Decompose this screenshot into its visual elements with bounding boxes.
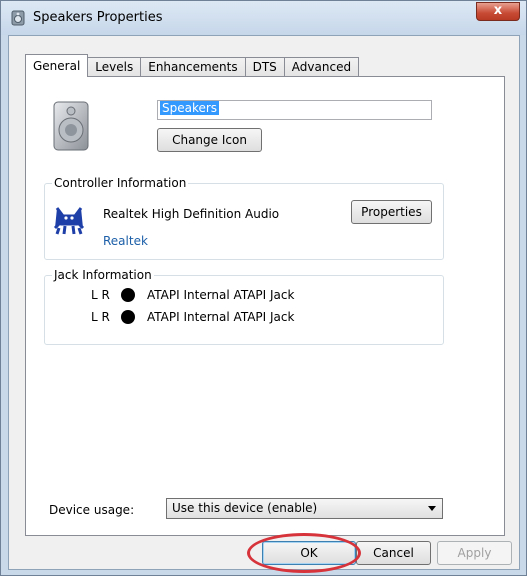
jack-group-label: Jack Information <box>52 268 154 282</box>
jack-name: ATAPI Internal ATAPI Jack <box>147 310 295 324</box>
controller-properties-button[interactable]: Properties <box>351 200 432 224</box>
dropdown-arrow-icon <box>428 506 436 511</box>
speaker-app-icon <box>11 10 25 26</box>
close-icon: x <box>493 3 503 18</box>
jack-row: L R ATAPI Internal ATAPI Jack <box>91 288 294 302</box>
tab-general[interactable]: General <box>25 54 89 77</box>
jack-name: ATAPI Internal ATAPI Jack <box>147 288 295 302</box>
device-usage-value: Use this device (enable) <box>172 501 318 515</box>
tab-levels[interactable]: Levels <box>87 57 142 77</box>
apply-button[interactable]: Apply <box>437 541 512 565</box>
device-name-field[interactable]: Speakers <box>157 100 432 120</box>
window-title: Speakers Properties <box>33 10 163 25</box>
device-usage-label: Device usage: <box>49 503 135 517</box>
close-button[interactable]: x <box>476 2 520 21</box>
device-name-text: Speakers <box>160 101 220 115</box>
jack-color-dot-icon <box>121 288 135 302</box>
controller-name: Realtek High Definition Audio <box>103 207 280 221</box>
controller-info-group: Controller Information Realtek High Defi… <box>44 176 444 260</box>
jack-channels: L R <box>91 310 110 324</box>
ok-highlight-circle <box>247 533 361 573</box>
tab-advanced[interactable]: Advanced <box>283 57 360 77</box>
controller-group-label: Controller Information <box>52 176 189 190</box>
dialog-client: General Levels Enhancements DTS Advanced <box>8 35 520 570</box>
vendor-link[interactable]: Realtek <box>103 234 148 248</box>
jack-info-group: Jack Information L R ATAPI Internal ATAP… <box>44 268 444 345</box>
device-usage-dropdown[interactable]: Use this device (enable) <box>166 498 443 519</box>
tab-strip: General Levels Enhancements DTS Advanced <box>25 54 360 77</box>
jack-color-dot-icon <box>121 310 135 324</box>
tab-enhancements[interactable]: Enhancements <box>140 57 246 77</box>
jack-channels: L R <box>91 288 110 302</box>
jack-row: L R ATAPI Internal ATAPI Jack <box>91 310 294 324</box>
cancel-button[interactable]: Cancel <box>356 541 431 565</box>
title-bar[interactable]: Speakers Properties x <box>1 1 526 35</box>
realtek-crab-logo-icon <box>53 207 85 235</box>
speaker-device-icon <box>53 101 89 151</box>
tab-dts[interactable]: DTS <box>244 57 285 77</box>
general-tab-panel: Speakers Change Icon Controller Informat… <box>25 76 505 536</box>
change-icon-button[interactable]: Change Icon <box>157 128 262 152</box>
properties-window: Speakers Properties x General Levels Enh… <box>0 0 527 576</box>
